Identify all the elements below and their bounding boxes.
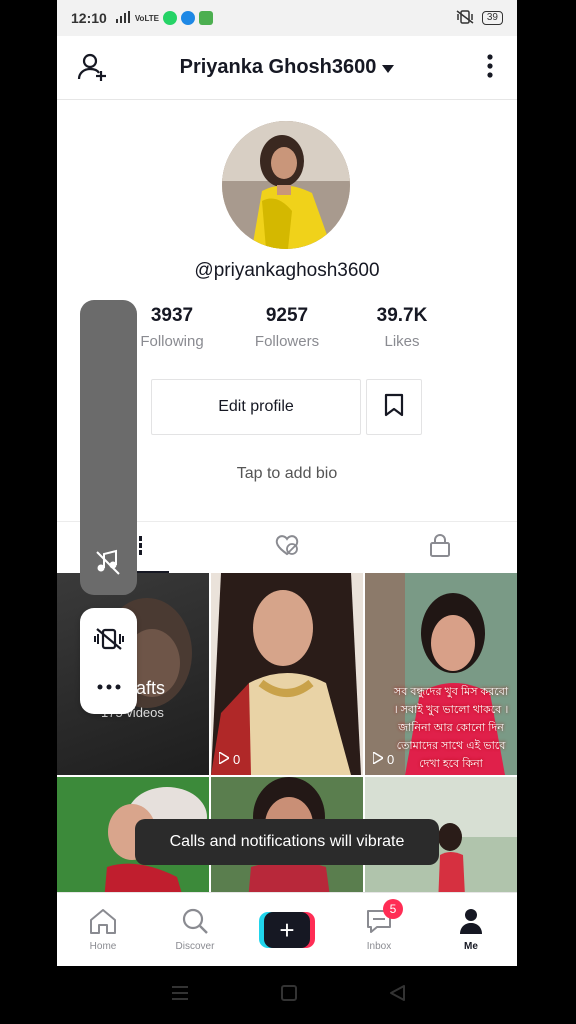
edit-profile-button[interactable]: Edit profile — [151, 379, 361, 435]
battery-indicator: 39 — [481, 11, 503, 25]
caret-down-icon — [382, 56, 395, 79]
signal-icon — [115, 11, 131, 25]
stat-label: Likes — [384, 333, 420, 350]
tab-liked[interactable] — [210, 522, 363, 573]
nav-me[interactable]: Me — [425, 893, 517, 966]
bottom-navigation: Home Discover + 5 Inbox Me — [57, 892, 517, 966]
favorites-button[interactable] — [366, 379, 422, 435]
profile-header: Priyanka Ghosh3600 — [57, 36, 517, 100]
more-options-icon[interactable] — [487, 54, 493, 83]
video-tile[interactable]: সব বন্ধুদের খুব মিস করবো । সবাই খুব ভালো… — [365, 573, 517, 775]
add-user-icon[interactable] — [77, 52, 107, 87]
nav-discover[interactable]: Discover — [149, 893, 241, 966]
vibrate-status-icon — [456, 9, 474, 27]
volte-icon: VoLTE — [134, 13, 159, 23]
back-triangle-icon[interactable] — [388, 984, 406, 1007]
play-icon — [372, 750, 385, 767]
nav-create[interactable]: + — [241, 893, 333, 966]
create-video-button[interactable]: + — [259, 911, 315, 948]
message-app-icon — [198, 11, 213, 25]
nav-inbox[interactable]: 5 Inbox — [333, 893, 425, 966]
profile-avatar[interactable] — [222, 121, 350, 249]
account-switcher[interactable]: Priyanka Ghosh3600 — [180, 56, 395, 79]
stat-value: 9257 — [265, 305, 309, 326]
nav-label: Home — [89, 941, 117, 952]
lock-icon — [429, 533, 451, 562]
plus-icon: + — [264, 911, 310, 948]
video-tile[interactable]: 0 — [211, 573, 363, 775]
view-count: 0 — [372, 750, 395, 767]
stat-followers[interactable]: 9257 Followers — [232, 305, 342, 350]
whatsapp-icon — [162, 11, 177, 25]
more-dots-icon[interactable] — [97, 677, 121, 695]
profile-username: Priyanka Ghosh3600 — [179, 56, 377, 78]
search-icon — [181, 907, 209, 938]
muted-music-icon — [94, 548, 122, 581]
stat-likes[interactable]: 39.7K Likes — [347, 305, 457, 350]
view-count-value: 0 — [387, 752, 395, 767]
bookmark-icon — [384, 393, 404, 422]
vibrate-mode-icon[interactable] — [93, 627, 125, 656]
home-square-icon[interactable] — [280, 984, 298, 1007]
stat-value: 39.7K — [376, 305, 428, 326]
system-navigation-bar — [0, 966, 576, 1024]
view-count: 0 — [218, 750, 241, 767]
nav-label: Discover — [175, 941, 215, 952]
person-icon — [458, 907, 484, 938]
status-bar: 12:10 VoLTE 39 — [57, 0, 517, 36]
view-count-value: 0 — [233, 752, 241, 767]
status-time: 12:10 — [71, 10, 107, 26]
video-caption-overlay: সব বন্ধুদের খুব মিস করবো । সবাই খুব ভালো… — [393, 686, 509, 770]
volume-slider[interactable] — [80, 300, 137, 595]
status-icons: VoLTE — [115, 11, 213, 25]
inbox-badge: 5 — [383, 899, 403, 919]
volume-mode-panel — [80, 608, 137, 714]
inbox-icon: 5 — [365, 899, 403, 938]
app-screen: 12:10 VoLTE 39 Priyanka Ghosh3600 @priya… — [57, 0, 517, 966]
profile-handle: @priyankaghosh3600 — [194, 260, 380, 281]
nav-label: Inbox — [366, 941, 392, 952]
hidden-heart-icon — [274, 533, 300, 562]
recent-apps-icon[interactable] — [170, 985, 190, 1006]
play-icon — [218, 750, 231, 767]
stat-label: Followers — [254, 333, 320, 350]
home-icon — [88, 907, 118, 938]
video-thumbnail — [211, 573, 361, 775]
vibrate-toast: Calls and notifications will vibrate — [135, 819, 439, 865]
messenger-icon — [180, 11, 195, 25]
tab-private[interactable] — [364, 522, 517, 573]
profile-stats: 3937 Following 9257 Followers 39.7K Like… — [117, 305, 457, 350]
nav-label: Me — [464, 941, 478, 952]
nav-home[interactable]: Home — [57, 893, 149, 966]
